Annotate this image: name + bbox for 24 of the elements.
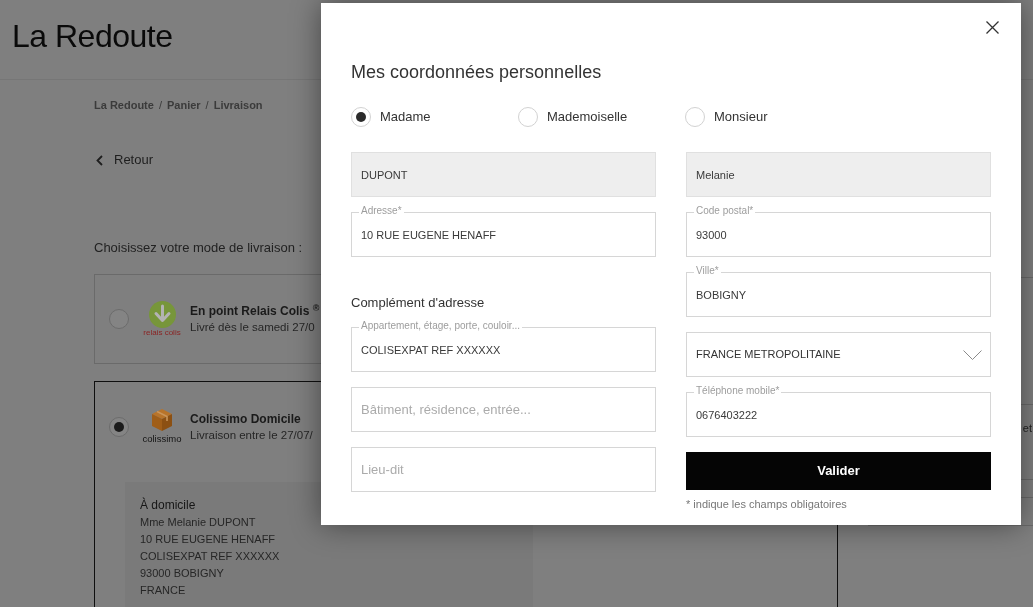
address-line: 93000 BOBIGNY — [140, 566, 224, 581]
address-heading: À domicile — [140, 497, 196, 514]
option-detail: Livré dès le samedi 27/0 — [190, 320, 316, 335]
address-line: COLISEXPAT REF XXXXXX — [140, 549, 280, 564]
breadcrumb-separator: / — [158, 98, 162, 113]
field-label: Téléphone mobile* — [694, 385, 782, 397]
option-title: Colissimo Domicile — [190, 411, 302, 427]
logo-caption: colissimo — [142, 433, 182, 445]
dialog-title: Mes coordonnées personnelles — [351, 61, 602, 84]
delivery-prompt: Choisissez votre mode de livraison : — [94, 239, 303, 257]
section-heading: Complément d'adresse — [351, 294, 485, 312]
field-label: Adresse* — [359, 205, 404, 217]
address-line: Mme Melanie DUPONT — [140, 515, 256, 530]
breadcrumb-separator: / — [205, 98, 209, 113]
field-label: Ville* — [694, 265, 721, 277]
option-title: En point Relais Colis $^{®}$ — [190, 303, 320, 319]
address-line: 10 RUE EUGENE HENAFF — [140, 532, 276, 547]
field-label: Code postal* — [694, 205, 756, 217]
address-line: FRANCE — [140, 583, 186, 598]
logo-caption: relais colis — [143, 328, 181, 337]
required-note: * indique les champs obligatoires — [686, 497, 847, 511]
side-panel-text: et — [1022, 421, 1032, 435]
field-label: Appartement, étage, porte, couloir... — [359, 320, 522, 332]
option-detail: Livraison entre le 27/07/ — [190, 428, 313, 443]
